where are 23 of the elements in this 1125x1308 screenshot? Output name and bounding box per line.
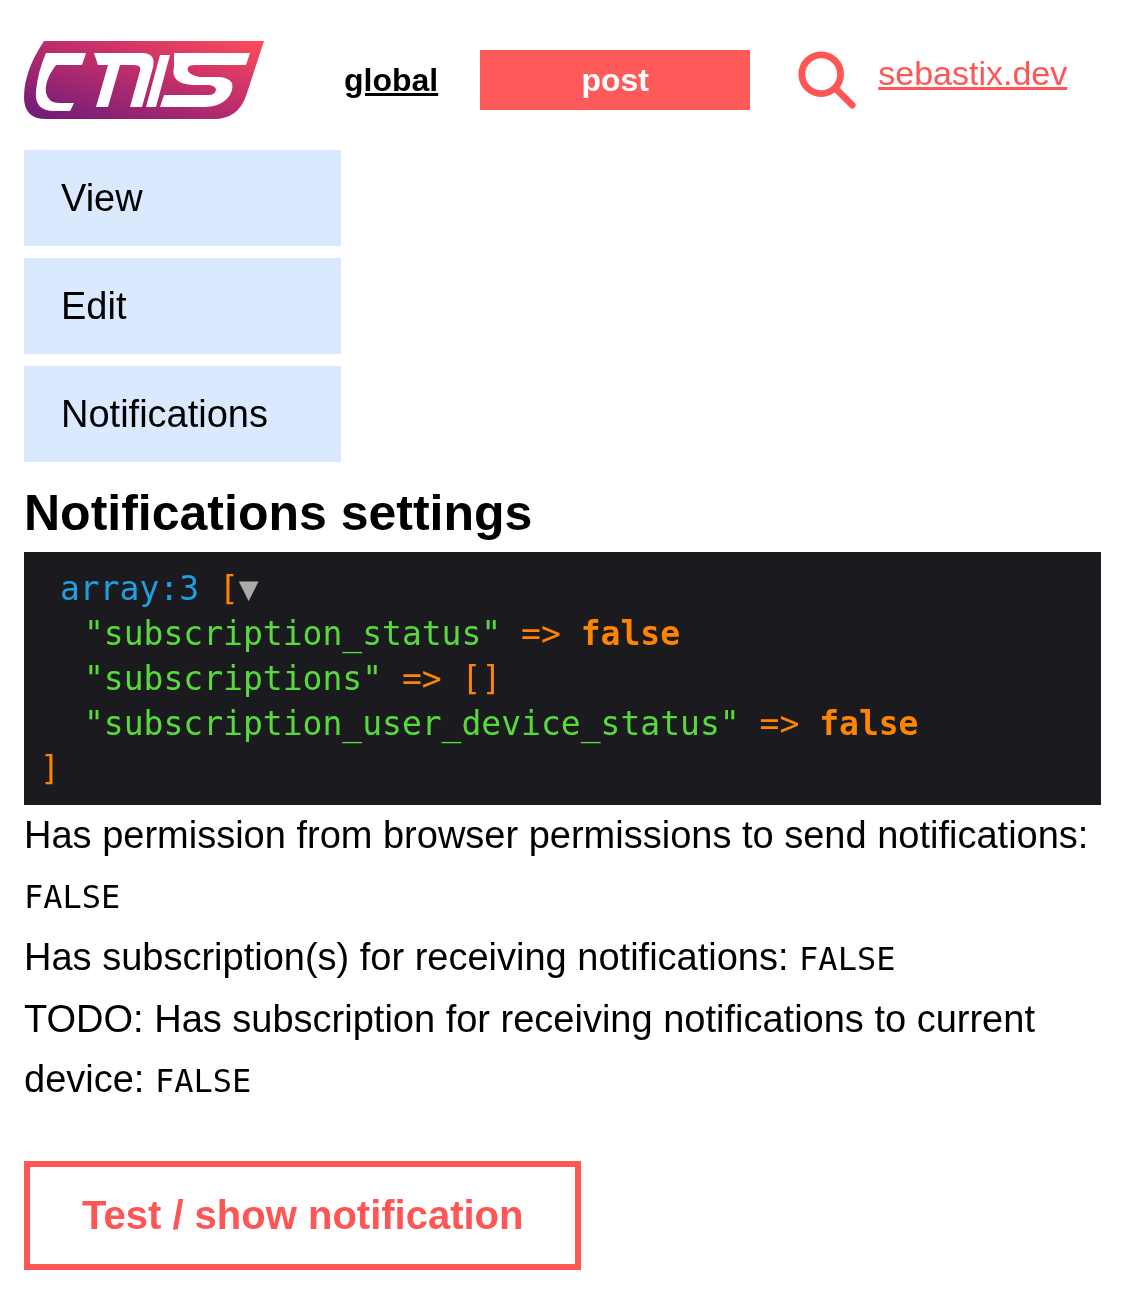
array-value: [] — [461, 659, 502, 698]
boolean-value: false — [580, 614, 681, 653]
status-text: Has permission from browser permissions to send notifications: FALSE — [24, 813, 1090, 918]
array-key: "subscriptions" — [84, 659, 382, 698]
array-key: "subscription_user_device_status" — [84, 704, 740, 743]
status-text: Has subscription(s) for receiving notifications: FALSE — [24, 935, 897, 980]
page-heading: Notifications settings — [24, 484, 534, 542]
arrow-operator: => — [759, 704, 800, 743]
status-text: TODO: Has subscription for receiving notifications to current device: FALSE — [24, 997, 1036, 1102]
type-label: array:3 — [60, 569, 200, 608]
open-bracket: [ — [218, 569, 239, 608]
logo-icon[interactable] — [24, 41, 264, 119]
search-icon[interactable] — [796, 49, 859, 111]
arrow-operator: => — [401, 659, 442, 698]
tab[interactable]: Notifications — [24, 366, 341, 462]
close-bracket: ] — [40, 749, 60, 788]
array-key: "subscription_status" — [84, 614, 502, 653]
global-link[interactable]: global — [344, 61, 439, 99]
tab[interactable]: View — [24, 150, 341, 246]
boolean-value: false — [819, 704, 919, 743]
arrow-operator: => — [521, 614, 561, 653]
toggle-icon[interactable]: ▼ — [238, 569, 259, 608]
tab[interactable]: Edit — [24, 258, 341, 354]
